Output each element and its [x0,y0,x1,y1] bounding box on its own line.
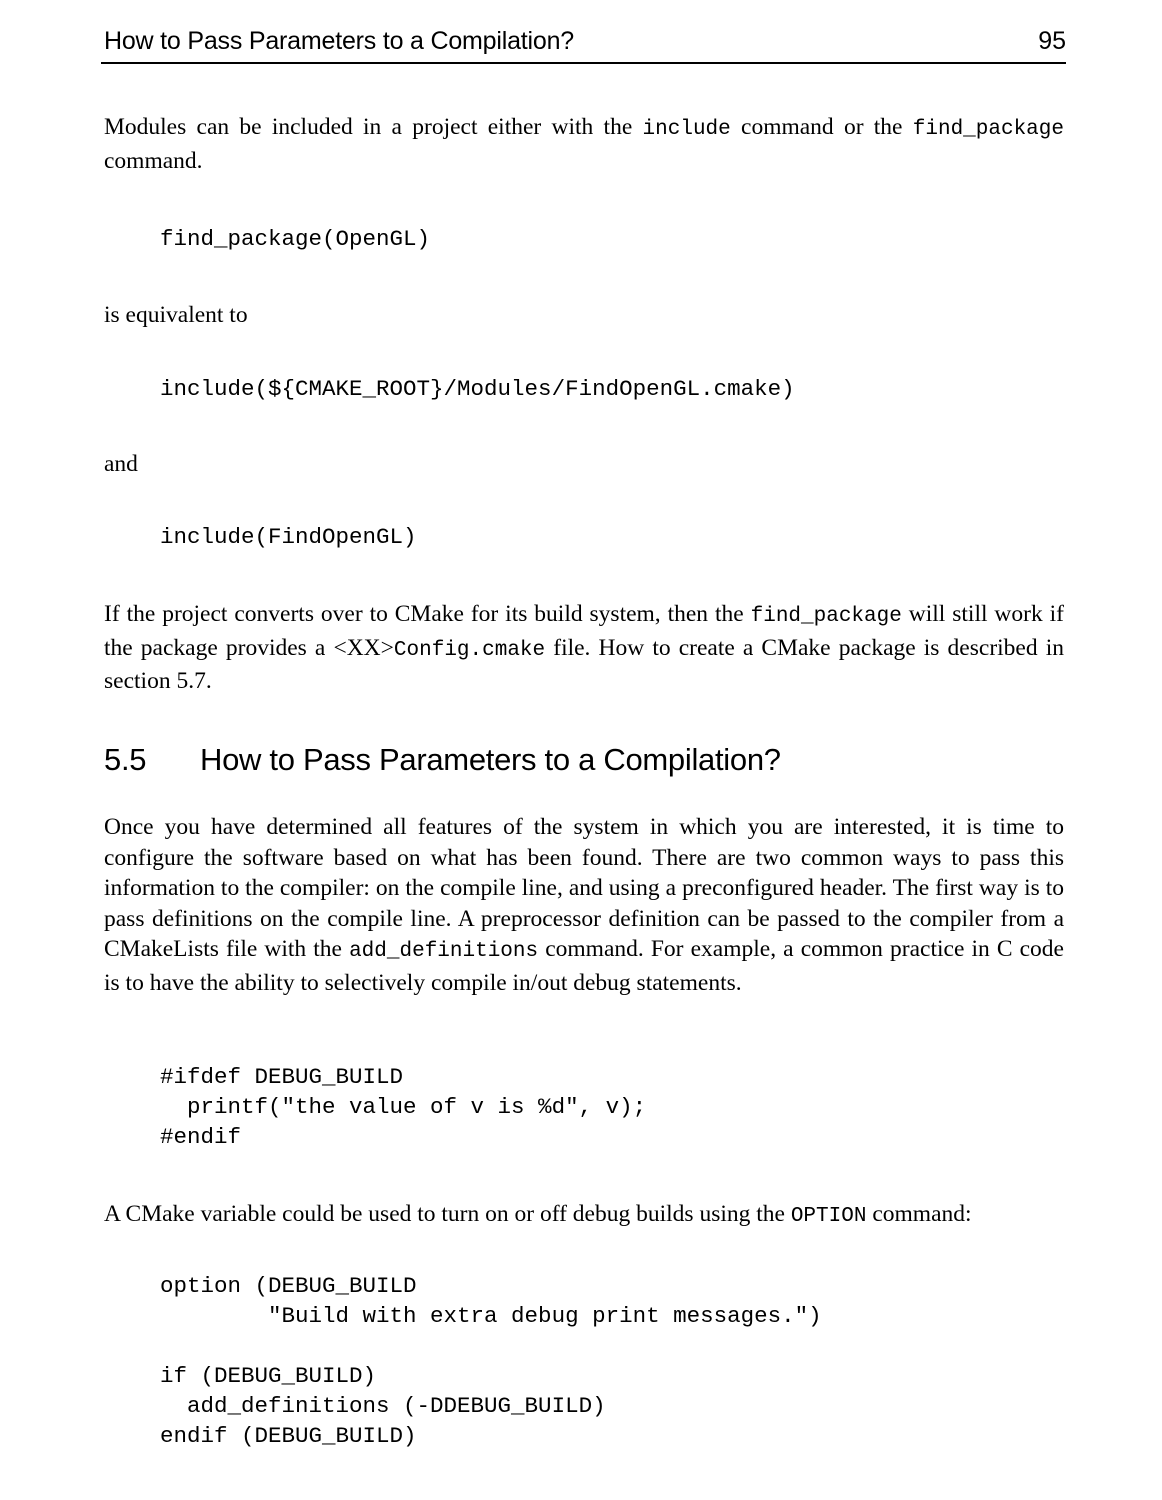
inline-code-include: include [642,118,731,141]
header-title: How to Pass Parameters to a Compilation? [104,27,574,55]
code-block-if-debug-build: if (DEBUG_BUILD) add_definitions (-DDEBU… [104,1361,1064,1451]
code-block-include-path: include(${CMAKE_ROOT}/Modules/FindOpenGL… [104,374,1064,404]
code-text: if (DEBUG_BUILD) add_definitions (-DDEBU… [160,1363,606,1449]
inline-code-add-definitions: add_definitions [349,940,539,963]
text-run: command. [104,147,203,174]
inline-code-option: OPTION [790,1205,867,1228]
paragraph-modules-included: Modules can be included in a project eit… [104,112,1064,176]
inline-code-find-package: find_package [750,605,902,628]
code-block-find-package: find_package(OpenGL) [104,224,1064,254]
text-run: Modules can be included in a project eit… [104,114,643,140]
paragraph-text: Once you have determined all features of… [104,812,1064,998]
paragraph-text: If the project converts over to CMake fo… [104,599,1064,697]
code-text: #ifdef DEBUG_BUILD printf("the value of … [160,1064,647,1150]
code-block-include-findopengl: include(FindOpenGL) [104,522,1064,552]
paragraph-and: and [104,449,1064,480]
code-text: find_package(OpenGL) [160,226,431,252]
text-run: If the project converts over to CMake fo… [104,601,751,627]
paragraph-text: Modules can be included in a project eit… [104,112,1064,176]
section-heading-5-5: 5.5 How to Pass Parameters to a Compilati… [104,741,1064,779]
paragraph-is-equivalent-to: is equivalent to [104,300,1064,331]
code-text: include(${CMAKE_ROOT}/Modules/FindOpenGL… [160,376,795,402]
code-text: include(FindOpenGL) [160,524,417,550]
running-header: How to Pass Parameters to a Compilation?… [104,26,1066,56]
code-block-option-debug-build: option (DEBUG_BUILD "Build with extra de… [104,1271,1064,1331]
code-block-ifdef-debug-build: #ifdef DEBUG_BUILD printf("the value of … [104,1062,1064,1152]
paragraph-cmake-variable-option: A CMake variable could be used to turn o… [104,1199,1064,1233]
paragraph-text: A CMake variable could be used to turn o… [104,1199,1064,1233]
page-number: 95 [1038,27,1066,55]
paragraph-converts-over: If the project converts over to CMake fo… [104,599,1064,697]
section-heading: 5.5 How to Pass Parameters to a Compilati… [104,741,1064,779]
section-number: 5.5 [104,742,147,777]
paragraph-text: and [104,451,138,477]
document-page: How to Pass Parameters to a Compilation?… [0,0,1162,1500]
section-title: How to Pass Parameters to a Compilation? [200,742,781,777]
text-run: command or the [730,114,913,140]
paragraph-once-you-have-determined: Once you have determined all features of… [104,812,1064,998]
text-run: command: [866,1201,972,1227]
text-run: A CMake variable could be used to turn o… [104,1201,791,1227]
header-divider [101,62,1066,64]
inline-code-config-cmake: Config.cmake [393,638,546,662]
paragraph-text: is equivalent to [104,302,248,328]
code-text: option (DEBUG_BUILD "Build with extra de… [160,1273,822,1329]
inline-code-find-package: find_package [912,118,1064,141]
